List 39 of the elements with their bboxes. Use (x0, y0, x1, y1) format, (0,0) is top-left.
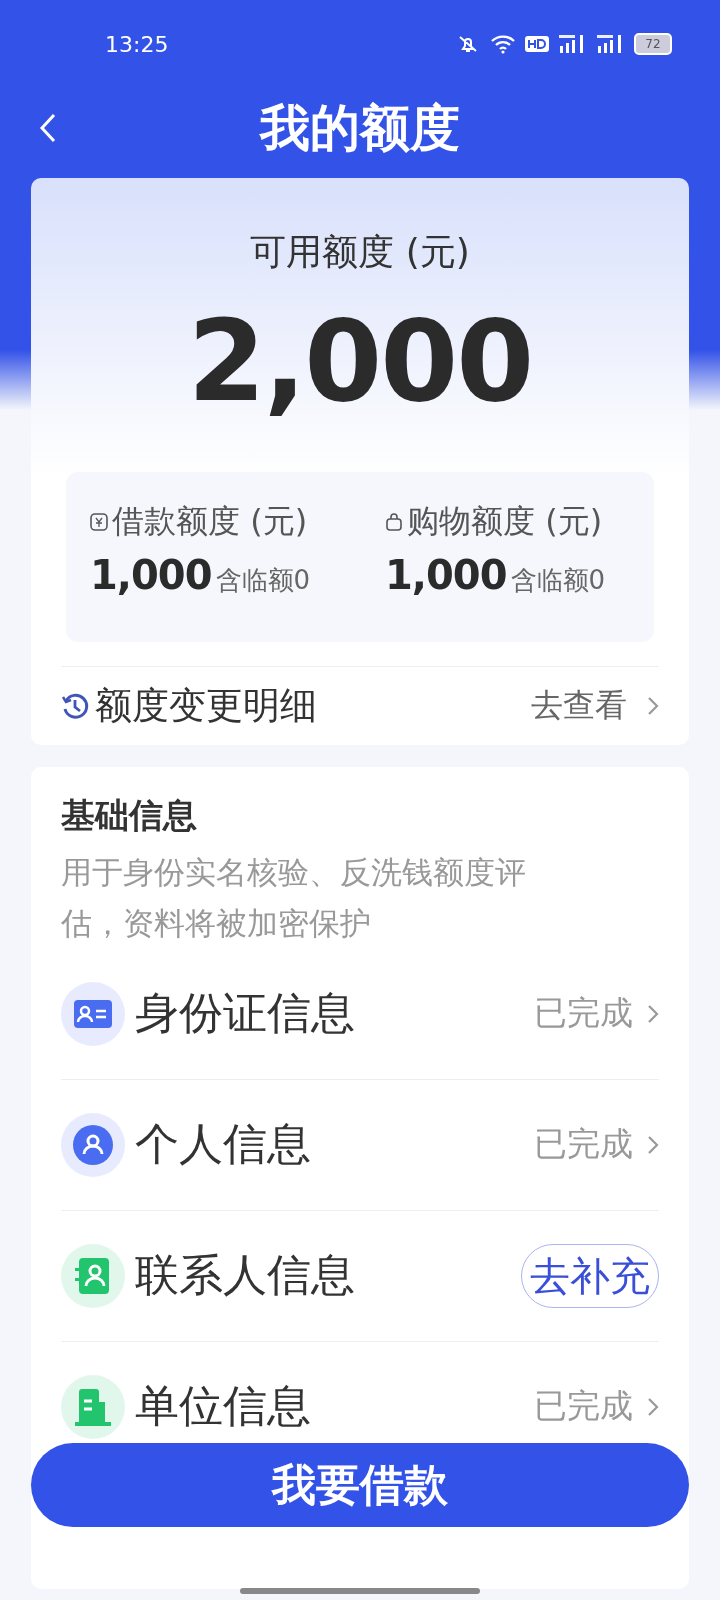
info-row-title: 联系人信息 (135, 1248, 356, 1303)
chevron-right-icon (647, 1133, 659, 1156)
chevron-right-icon (647, 1002, 659, 1025)
info-row[interactable]: 联系人信息 去补充 (61, 1242, 659, 1309)
temporary-quota-note: 含临额0 (215, 563, 311, 597)
history-clock-icon (61, 691, 89, 720)
status-time: 13:25 (105, 31, 169, 57)
section-description: 用于身份实名核验、反洗钱额度评估，资料将被加密保护 (61, 852, 527, 943)
quota-type-label: 借款额度 (元) (112, 500, 308, 542)
status-label: 已完成 (534, 1123, 633, 1166)
quota-amount: 1,000 (90, 551, 212, 598)
info-row-title: 个人信息 (135, 1117, 312, 1172)
info-row[interactable]: 身份证信息 已完成 (61, 980, 659, 1047)
quota-history-row[interactable]: 额度变更明细 去查看 (61, 665, 659, 745)
quota-type-label: 购物额度 (元) (407, 500, 603, 542)
bag-icon (385, 512, 403, 531)
status-label: 已完成 (534, 1385, 633, 1428)
wifi-icon (490, 34, 516, 54)
page-title: 我的额度 (260, 97, 460, 159)
info-row[interactable]: 单位信息 已完成 (61, 1373, 659, 1440)
info-row[interactable]: 个人信息 已完成 (61, 1111, 659, 1178)
back-icon[interactable] (38, 112, 58, 144)
battery-icon: 72 (634, 33, 672, 55)
status-label: 已完成 (534, 992, 633, 1035)
complete-info-button[interactable]: 去补充 (521, 1243, 659, 1308)
temporary-quota-note: 含临额0 (510, 563, 606, 597)
hd-icon (524, 34, 550, 54)
available-quota-label: 可用额度 (元) (250, 230, 470, 274)
available-quota-amount: 2,000 (187, 297, 533, 426)
chevron-right-icon (647, 1395, 659, 1418)
quota-amount: 1,000 (385, 551, 507, 598)
yuan-icon (90, 512, 108, 531)
chevron-right-icon (647, 694, 659, 717)
borrow-button[interactable]: 我要借款 (31, 1443, 689, 1527)
section-title: 基础信息 (61, 793, 198, 837)
history-label: 额度变更明细 (95, 682, 318, 729)
info-row-title: 单位信息 (135, 1379, 312, 1434)
info-row-title: 身份证信息 (135, 986, 356, 1041)
view-link[interactable]: 去查看 (531, 683, 627, 728)
